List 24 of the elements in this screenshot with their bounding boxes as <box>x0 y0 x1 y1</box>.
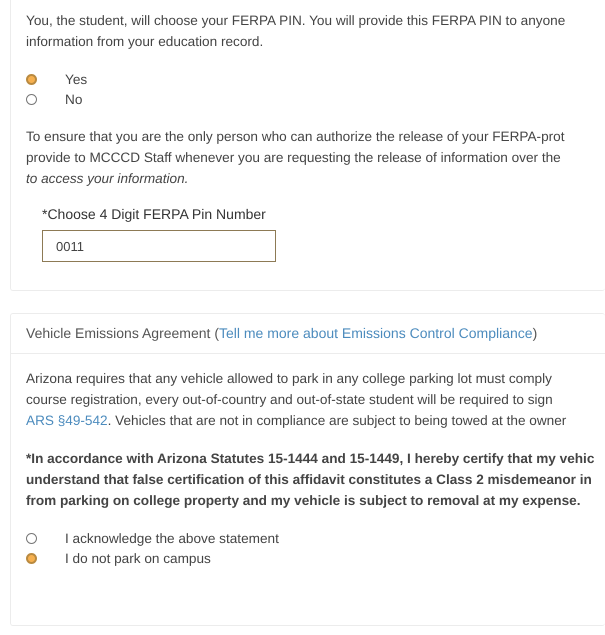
field-label: *Choose 4 Digit FERPA Pin Number <box>42 206 267 222</box>
option-label: No <box>65 92 82 106</box>
radio-button[interactable] <box>26 532 37 544</box>
paragraph-line: course registration, every out-of-country and out-of-state student will be required to sign <box>26 391 554 409</box>
paragraph-line: *In accordance with Arizona Statutes 15-1444 and 15-1449, I hereby certify that my vehic <box>26 450 596 468</box>
paragraph-line: understand that false certification of this affidavit constitutes a Class 2 misdemeanor in <box>26 471 593 489</box>
paragraph-line: from parking on college property and my vehicle is subject to removal at my expense. <box>26 492 582 510</box>
compliance-link[interactable]: Tell me more about Emissions Control Compliance <box>218 325 533 341</box>
radio-button[interactable] <box>26 552 37 564</box>
option-label: I do not park on campus <box>65 550 211 566</box>
pin-input-field[interactable]: 0011 <box>42 230 276 262</box>
paragraph-line: provide to MCCCD Staff whenever you are requesting the release of information over the <box>26 149 562 167</box>
section-title: Vehicle Emissions Agreement (Tell me more about Emissions Control Compliance) <box>11 314 605 354</box>
option-label: I acknowledge the above statement <box>65 530 279 546</box>
statute-link[interactable]: ARS §49-542 <box>26 413 108 428</box>
radio-button[interactable] <box>26 74 37 84</box>
paragraph-line: ARS §49-542. Vehicles that are not in compliance are subject to being towed at the owner <box>26 412 568 430</box>
paragraph-line: To ensure that you are the only person who can authorize the release of your FERPA-prot <box>26 128 566 146</box>
paragraph-line: to access your information. <box>26 170 190 188</box>
option-label: Yes <box>65 72 88 86</box>
radio-button[interactable] <box>26 94 37 104</box>
paragraph-line: Arizona requires that any vehicle allowed to park in any college parking lot must comply <box>26 370 553 388</box>
paragraph-line: information from your education record. <box>26 33 264 51</box>
paragraph-line: You, the student, will choose your FERPA PIN. You will provide this FERPA PIN to anyone <box>26 12 566 30</box>
